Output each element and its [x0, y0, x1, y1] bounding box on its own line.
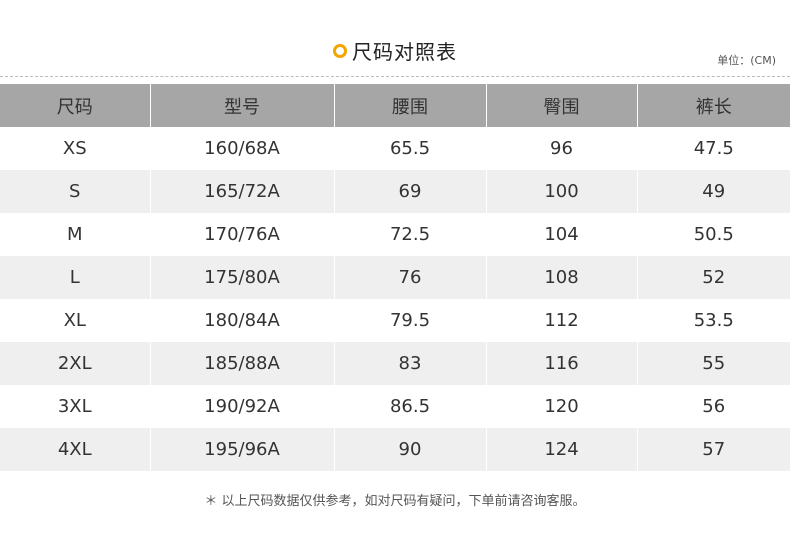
- table-cell: 65.5: [334, 127, 487, 170]
- table-cell: 180/84A: [150, 299, 335, 342]
- table-cell: 185/88A: [150, 342, 335, 385]
- table-cell: 108: [486, 256, 638, 299]
- table-cell: 4XL: [0, 428, 151, 471]
- column-header: 型号: [150, 84, 335, 127]
- table-row: XL 180/84A 79.5 112 53.5: [0, 299, 790, 342]
- table-cell: 165/72A: [150, 170, 335, 213]
- table-cell: 100: [486, 170, 638, 213]
- table-row: S 165/72A 69 100 49: [0, 170, 790, 213]
- table-cell: 104: [486, 213, 638, 256]
- table-row: 2XL 185/88A 83 116 55: [0, 342, 790, 385]
- footer-note: ＊ 以上尺码数据仅供参考，如对尺码有疑问，下单前请咨询客服。: [204, 494, 586, 509]
- table-cell: M: [0, 213, 151, 256]
- column-header: 裤长: [637, 84, 790, 127]
- table-cell: 96: [486, 127, 638, 170]
- table-row: 3XL 190/92A 86.5 120 56: [0, 385, 790, 428]
- table-cell: 50.5: [637, 213, 790, 256]
- unit-label: 单位：(CM): [717, 54, 776, 67]
- table-row: M 170/76A 72.5 104 50.5: [0, 213, 790, 256]
- table-cell: L: [0, 256, 151, 299]
- table-cell: 79.5: [334, 299, 487, 342]
- table-cell: 90: [334, 428, 487, 471]
- table-cell: 53.5: [637, 299, 790, 342]
- table-cell: 195/96A: [150, 428, 335, 471]
- table-cell: 76: [334, 256, 487, 299]
- column-header: 腰围: [334, 84, 487, 127]
- table-row: XS 160/68A 65.5 96 47.5: [0, 127, 790, 170]
- table-cell: 83: [334, 342, 487, 385]
- table-row: L 175/80A 76 108 52: [0, 256, 790, 299]
- table-cell: 190/92A: [150, 385, 335, 428]
- table-cell: 52: [637, 256, 790, 299]
- table-cell: 49: [637, 170, 790, 213]
- circle-icon: [333, 43, 347, 58]
- table-header-row: 尺码 型号 腰围 臀围 裤长: [0, 84, 790, 127]
- column-header: 臀围: [486, 84, 638, 127]
- table-cell: 56: [637, 385, 790, 428]
- table-cell: XS: [0, 127, 151, 170]
- table-cell: 175/80A: [150, 256, 335, 299]
- table-cell: 86.5: [334, 385, 487, 428]
- table-cell: S: [0, 170, 151, 213]
- table-cell: 170/76A: [150, 213, 335, 256]
- column-header: 尺码: [0, 84, 151, 127]
- table-cell: 57: [637, 428, 790, 471]
- table-cell: 3XL: [0, 385, 151, 428]
- table-cell: 120: [486, 385, 638, 428]
- table-cell: 160/68A: [150, 127, 335, 170]
- table-cell: 2XL: [0, 342, 151, 385]
- title-bar: 尺码对照表: [0, 36, 790, 65]
- page-title: 尺码对照表: [352, 40, 457, 64]
- table-cell: XL: [0, 299, 151, 342]
- table-cell: 72.5: [334, 213, 487, 256]
- table-cell: 124: [486, 428, 638, 471]
- table-cell: 47.5: [637, 127, 790, 170]
- table-cell: 69: [334, 170, 487, 213]
- table-cell: 55: [637, 342, 790, 385]
- dashed-divider: [0, 76, 790, 77]
- size-chart-table: 尺码 型号 腰围 臀围 裤长 XS 160/68A 65.5 96 47.5 S 165/7…: [0, 84, 790, 471]
- table-cell: 116: [486, 342, 638, 385]
- table-row: 4XL 195/96A 90 124 57: [0, 428, 790, 471]
- table-cell: 112: [486, 299, 638, 342]
